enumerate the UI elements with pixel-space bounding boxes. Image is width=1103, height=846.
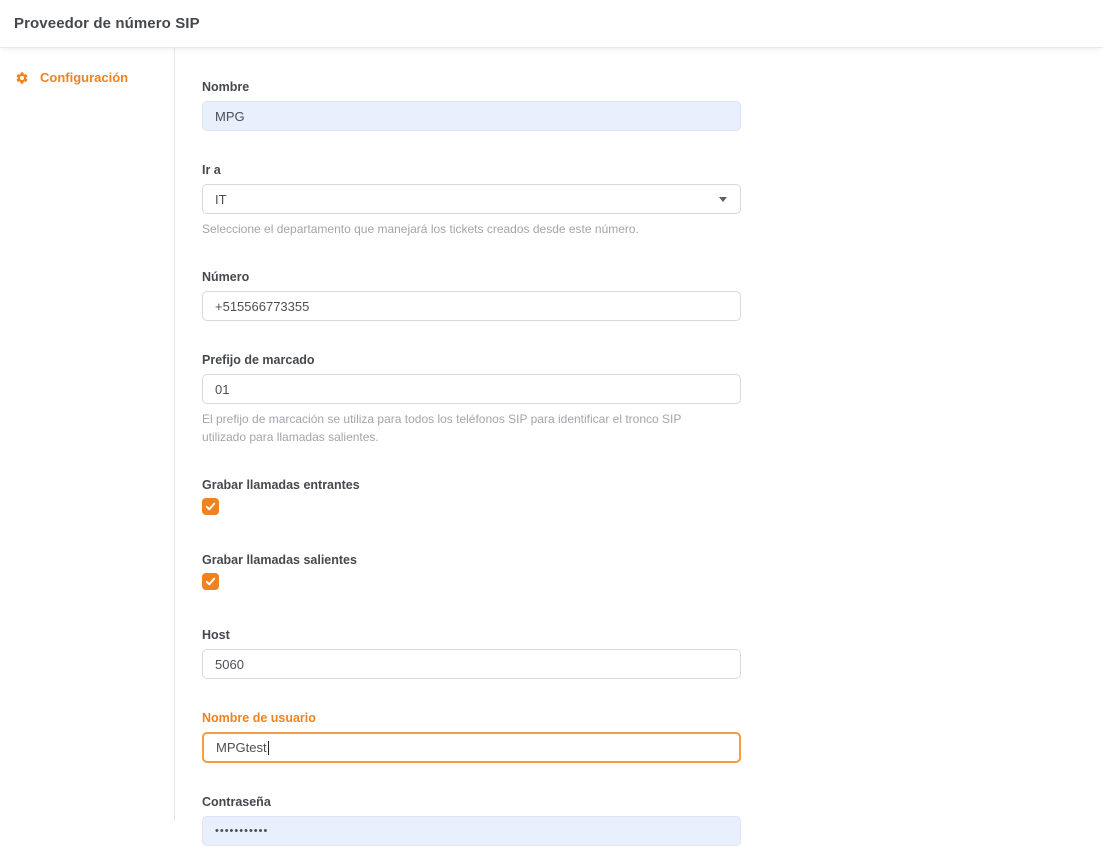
- field-group-grabar-entrantes: Grabar llamadas entrantes: [202, 478, 741, 515]
- field-group-nombre: Nombre: [202, 80, 741, 131]
- host-label: Host: [202, 628, 741, 642]
- prefijo-label: Prefijo de marcado: [202, 353, 741, 367]
- sidebar-item-configuracion[interactable]: Configuración: [0, 70, 174, 85]
- ir-a-helper-text: Seleccione el departamento que manejará …: [202, 221, 722, 238]
- nombre-input[interactable]: [202, 101, 741, 131]
- ir-a-label: Ir a: [202, 163, 741, 177]
- field-group-usuario: Nombre de usuario MPGtest: [202, 711, 741, 763]
- prefijo-input[interactable]: [202, 374, 741, 404]
- sidebar-item-label: Configuración: [40, 70, 128, 85]
- grabar-entrantes-checkbox[interactable]: [202, 498, 219, 515]
- grabar-salientes-label: Grabar llamadas salientes: [202, 553, 741, 567]
- numero-input[interactable]: [202, 291, 741, 321]
- contrasena-label: Contraseña: [202, 795, 741, 809]
- ir-a-selected-value: IT: [215, 192, 227, 207]
- grabar-entrantes-label: Grabar llamadas entrantes: [202, 478, 741, 492]
- sidebar: Configuración: [0, 48, 175, 821]
- field-group-grabar-salientes: Grabar llamadas salientes: [202, 553, 741, 590]
- checkmark-icon: [205, 576, 216, 587]
- contrasena-input[interactable]: •••••••••••: [202, 816, 741, 846]
- prefijo-helper-text: El prefijo de marcación se utiliza para …: [202, 411, 722, 446]
- host-input[interactable]: [202, 649, 741, 679]
- nombre-label: Nombre: [202, 80, 741, 94]
- usuario-input-value: MPGtest: [216, 740, 267, 755]
- ir-a-select[interactable]: IT: [202, 184, 741, 214]
- page-header: Proveedor de número SIP: [0, 0, 1103, 48]
- sip-provider-form: Nombre Ir a IT Seleccione el departament…: [202, 80, 741, 846]
- chevron-down-icon: [719, 197, 727, 202]
- field-group-ir-a: Ir a IT Seleccione el departamento que m…: [202, 163, 741, 238]
- numero-label: Número: [202, 270, 741, 284]
- gear-icon: [15, 71, 29, 85]
- grabar-salientes-checkbox[interactable]: [202, 573, 219, 590]
- checkmark-icon: [205, 501, 216, 512]
- usuario-label: Nombre de usuario: [202, 711, 741, 725]
- contrasena-masked-value: •••••••••••: [215, 825, 268, 837]
- field-group-host: Host: [202, 628, 741, 679]
- page-title: Proveedor de número SIP: [14, 15, 200, 32]
- usuario-input[interactable]: MPGtest: [202, 732, 741, 763]
- field-group-prefijo: Prefijo de marcado El prefijo de marcaci…: [202, 353, 741, 446]
- field-group-numero: Número: [202, 270, 741, 321]
- field-group-contrasena: Contraseña •••••••••••: [202, 795, 741, 846]
- text-cursor: [268, 741, 269, 755]
- main-content: Nombre Ir a IT Seleccione el departament…: [175, 48, 741, 821]
